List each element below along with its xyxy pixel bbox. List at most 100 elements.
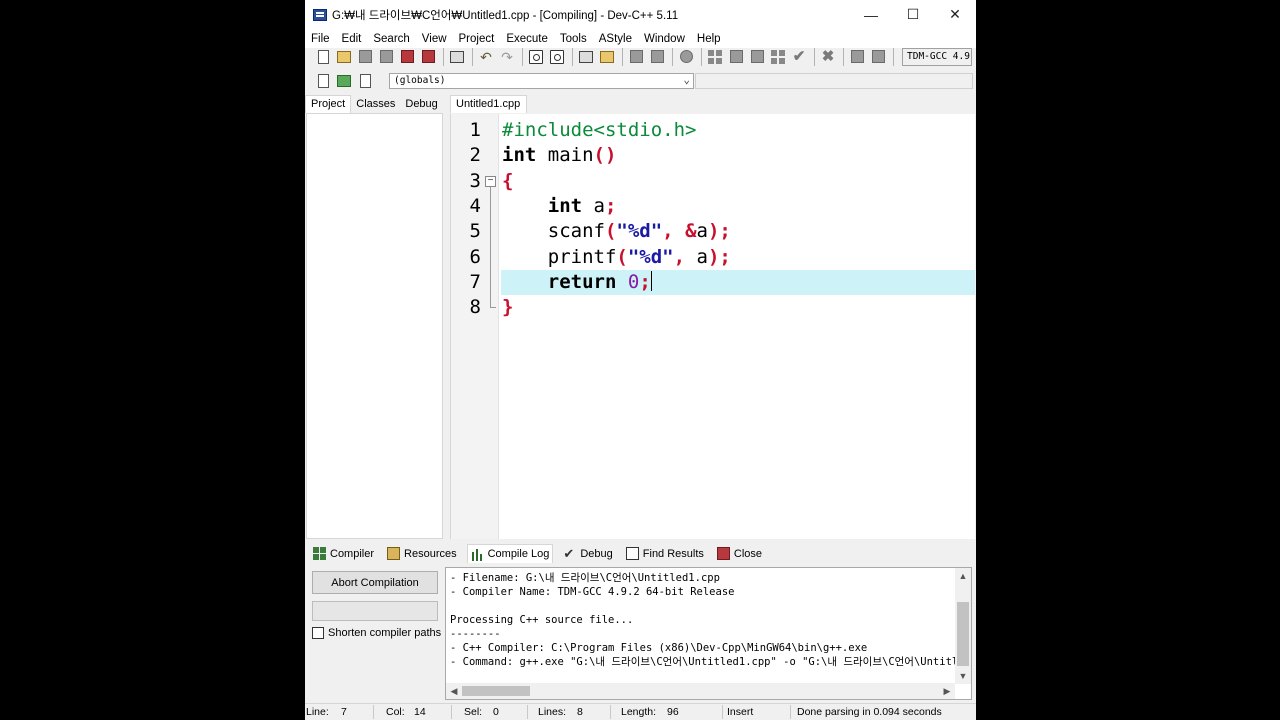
menu-astyle[interactable]: AStyle <box>599 33 632 45</box>
close-all-button[interactable] <box>420 49 436 65</box>
toggle-bookmark-button[interactable] <box>336 73 352 89</box>
open-file-button[interactable] <box>336 49 352 65</box>
tab-compile-log[interactable]: Compile Log <box>466 544 554 563</box>
line-number: 8 <box>469 296 481 319</box>
goto-bookmark-button[interactable] <box>357 73 373 89</box>
scroll-left-icon[interactable]: ◀ <box>446 683 462 699</box>
tab-project[interactable]: Project <box>305 95 352 113</box>
menu-view[interactable]: View <box>422 33 447 45</box>
undo-button[interactable]: ↶ <box>478 49 494 65</box>
code-token: int <box>502 144 537 167</box>
menu-project[interactable]: Project <box>459 33 495 45</box>
print-button[interactable] <box>449 49 465 65</box>
tab-untitled1[interactable]: Untitled1.cpp <box>450 95 528 113</box>
tab-bottom-debug[interactable]: ✔ Debug <box>560 544 615 563</box>
scroll-up-icon[interactable]: ▲ <box>955 568 971 584</box>
compile-log-output[interactable]: - Filename: G:\내 드라이브\C언어\Untitled1.cpp … <box>445 567 972 700</box>
maximize-button[interactable]: ☐ <box>892 0 934 29</box>
code-line[interactable]: { <box>502 169 513 194</box>
compile-button[interactable] <box>707 49 723 65</box>
menu-search[interactable]: Search <box>373 33 409 45</box>
menu-help[interactable]: Help <box>697 33 721 45</box>
toolbar-separator <box>622 47 623 66</box>
code-line[interactable]: int main() <box>502 143 616 168</box>
forward-button[interactable] <box>649 49 665 65</box>
log-vertical-scrollbar[interactable]: ▲ ▼ <box>955 568 971 684</box>
save-button[interactable] <box>357 49 373 65</box>
scroll-right-icon[interactable]: ▶ <box>939 683 955 699</box>
menu-window[interactable]: Window <box>644 33 685 45</box>
syntax-check-button[interactable]: ✔ <box>791 49 807 65</box>
indent-icon <box>579 50 593 63</box>
find-button[interactable] <box>528 49 544 65</box>
abort-compilation-button[interactable]: Abort Compilation <box>312 571 438 594</box>
back-button[interactable] <box>628 49 644 65</box>
compiler-select[interactable]: TDM-GCC 4.9 <box>902 47 972 66</box>
new-file-button[interactable] <box>315 49 331 65</box>
code-line[interactable]: #include<stdio.h> <box>502 118 696 143</box>
profile-delete-icon <box>871 50 885 63</box>
minimize-button[interactable]: — <box>850 0 892 29</box>
menu-execute[interactable]: Execute <box>506 33 548 45</box>
menu-tools[interactable]: Tools <box>560 33 587 45</box>
fold-collapse-icon[interactable]: − <box>485 175 496 187</box>
code-line[interactable]: int a; <box>502 194 617 219</box>
devcpp-window: G:₩내 드라이브₩C언어₩Untitled1.cpp - [Compiling… <box>305 0 976 720</box>
tab-close[interactable]: Close <box>714 544 765 563</box>
back-icon <box>629 50 643 63</box>
compile-run-button[interactable] <box>749 49 765 65</box>
save-all-button[interactable] <box>378 49 394 65</box>
insert-button[interactable] <box>315 73 331 89</box>
tab-resources-label: Resources <box>404 547 457 560</box>
debug-button[interactable] <box>678 49 694 65</box>
function-select[interactable] <box>695 73 973 89</box>
status-message: Done parsing in 0.094 seconds <box>797 706 942 718</box>
toolbar-separator <box>443 47 444 66</box>
goto-line-button[interactable] <box>599 49 615 65</box>
find-results-icon <box>625 547 639 560</box>
code-line[interactable]: } <box>502 295 513 320</box>
print-icon <box>450 50 464 63</box>
tab-resources[interactable]: Resources <box>384 544 460 563</box>
code-line[interactable]: scanf("%d", &a); <box>502 219 731 244</box>
indent-button[interactable] <box>578 49 594 65</box>
save-all-icon <box>379 50 393 63</box>
tab-classes[interactable]: Classes <box>351 96 400 113</box>
shorten-paths-option[interactable]: Shorten compiler paths <box>312 627 441 639</box>
stop-button[interactable]: ✖ <box>820 49 836 65</box>
log-hscroll-thumb[interactable] <box>462 686 530 696</box>
rebuild-button[interactable] <box>770 49 786 65</box>
status-line-value: 7 <box>341 706 347 718</box>
status-col-label: Col: <box>386 706 405 718</box>
toolbar-separator <box>472 47 473 66</box>
code-line[interactable]: return 0; <box>502 270 652 295</box>
status-separator <box>451 705 452 719</box>
status-length-value: 96 <box>667 706 679 718</box>
close-window-button[interactable]: ✕ <box>934 0 976 29</box>
tab-debug[interactable]: Debug <box>400 96 442 113</box>
code-token: "%d" <box>627 245 674 268</box>
scroll-down-icon[interactable]: ▼ <box>955 668 971 684</box>
log-horizontal-scrollbar[interactable]: ◀ ▶ <box>446 683 955 699</box>
line-number: 4 <box>469 194 481 217</box>
run-button[interactable] <box>728 49 744 65</box>
close-file-button[interactable] <box>399 49 415 65</box>
code-token: ); <box>707 245 731 268</box>
tab-find-results[interactable]: Find Results <box>623 544 707 563</box>
window-title: G:₩내 드라이브₩C언어₩Untitled1.cpp - [Compiling… <box>332 9 679 22</box>
profile-button[interactable] <box>849 49 865 65</box>
tab-compiler[interactable]: Compiler <box>310 544 377 563</box>
menu-file[interactable]: File <box>311 33 330 45</box>
bottom-panel-tabs: Compiler Resources Compile Log ✔ Debug Fi… <box>305 543 976 564</box>
code-line[interactable]: printf("%d", a); <box>502 245 731 270</box>
profile-delete-button[interactable] <box>870 49 886 65</box>
redo-button[interactable]: ↷ <box>499 49 515 65</box>
tab-close-label: Close <box>733 547 763 560</box>
shorten-paths-checkbox[interactable] <box>312 627 324 639</box>
code-editor[interactable]: 1 #include<stdio.h> 2 int main() 3 {4 int a; 5… <box>450 114 975 539</box>
scope-select[interactable]: (globals) ⌄ <box>389 73 694 89</box>
replace-button[interactable] <box>549 49 565 65</box>
menu-edit[interactable]: Edit <box>342 33 362 45</box>
app-icon <box>313 8 327 21</box>
log-vscroll-thumb[interactable] <box>957 602 969 666</box>
